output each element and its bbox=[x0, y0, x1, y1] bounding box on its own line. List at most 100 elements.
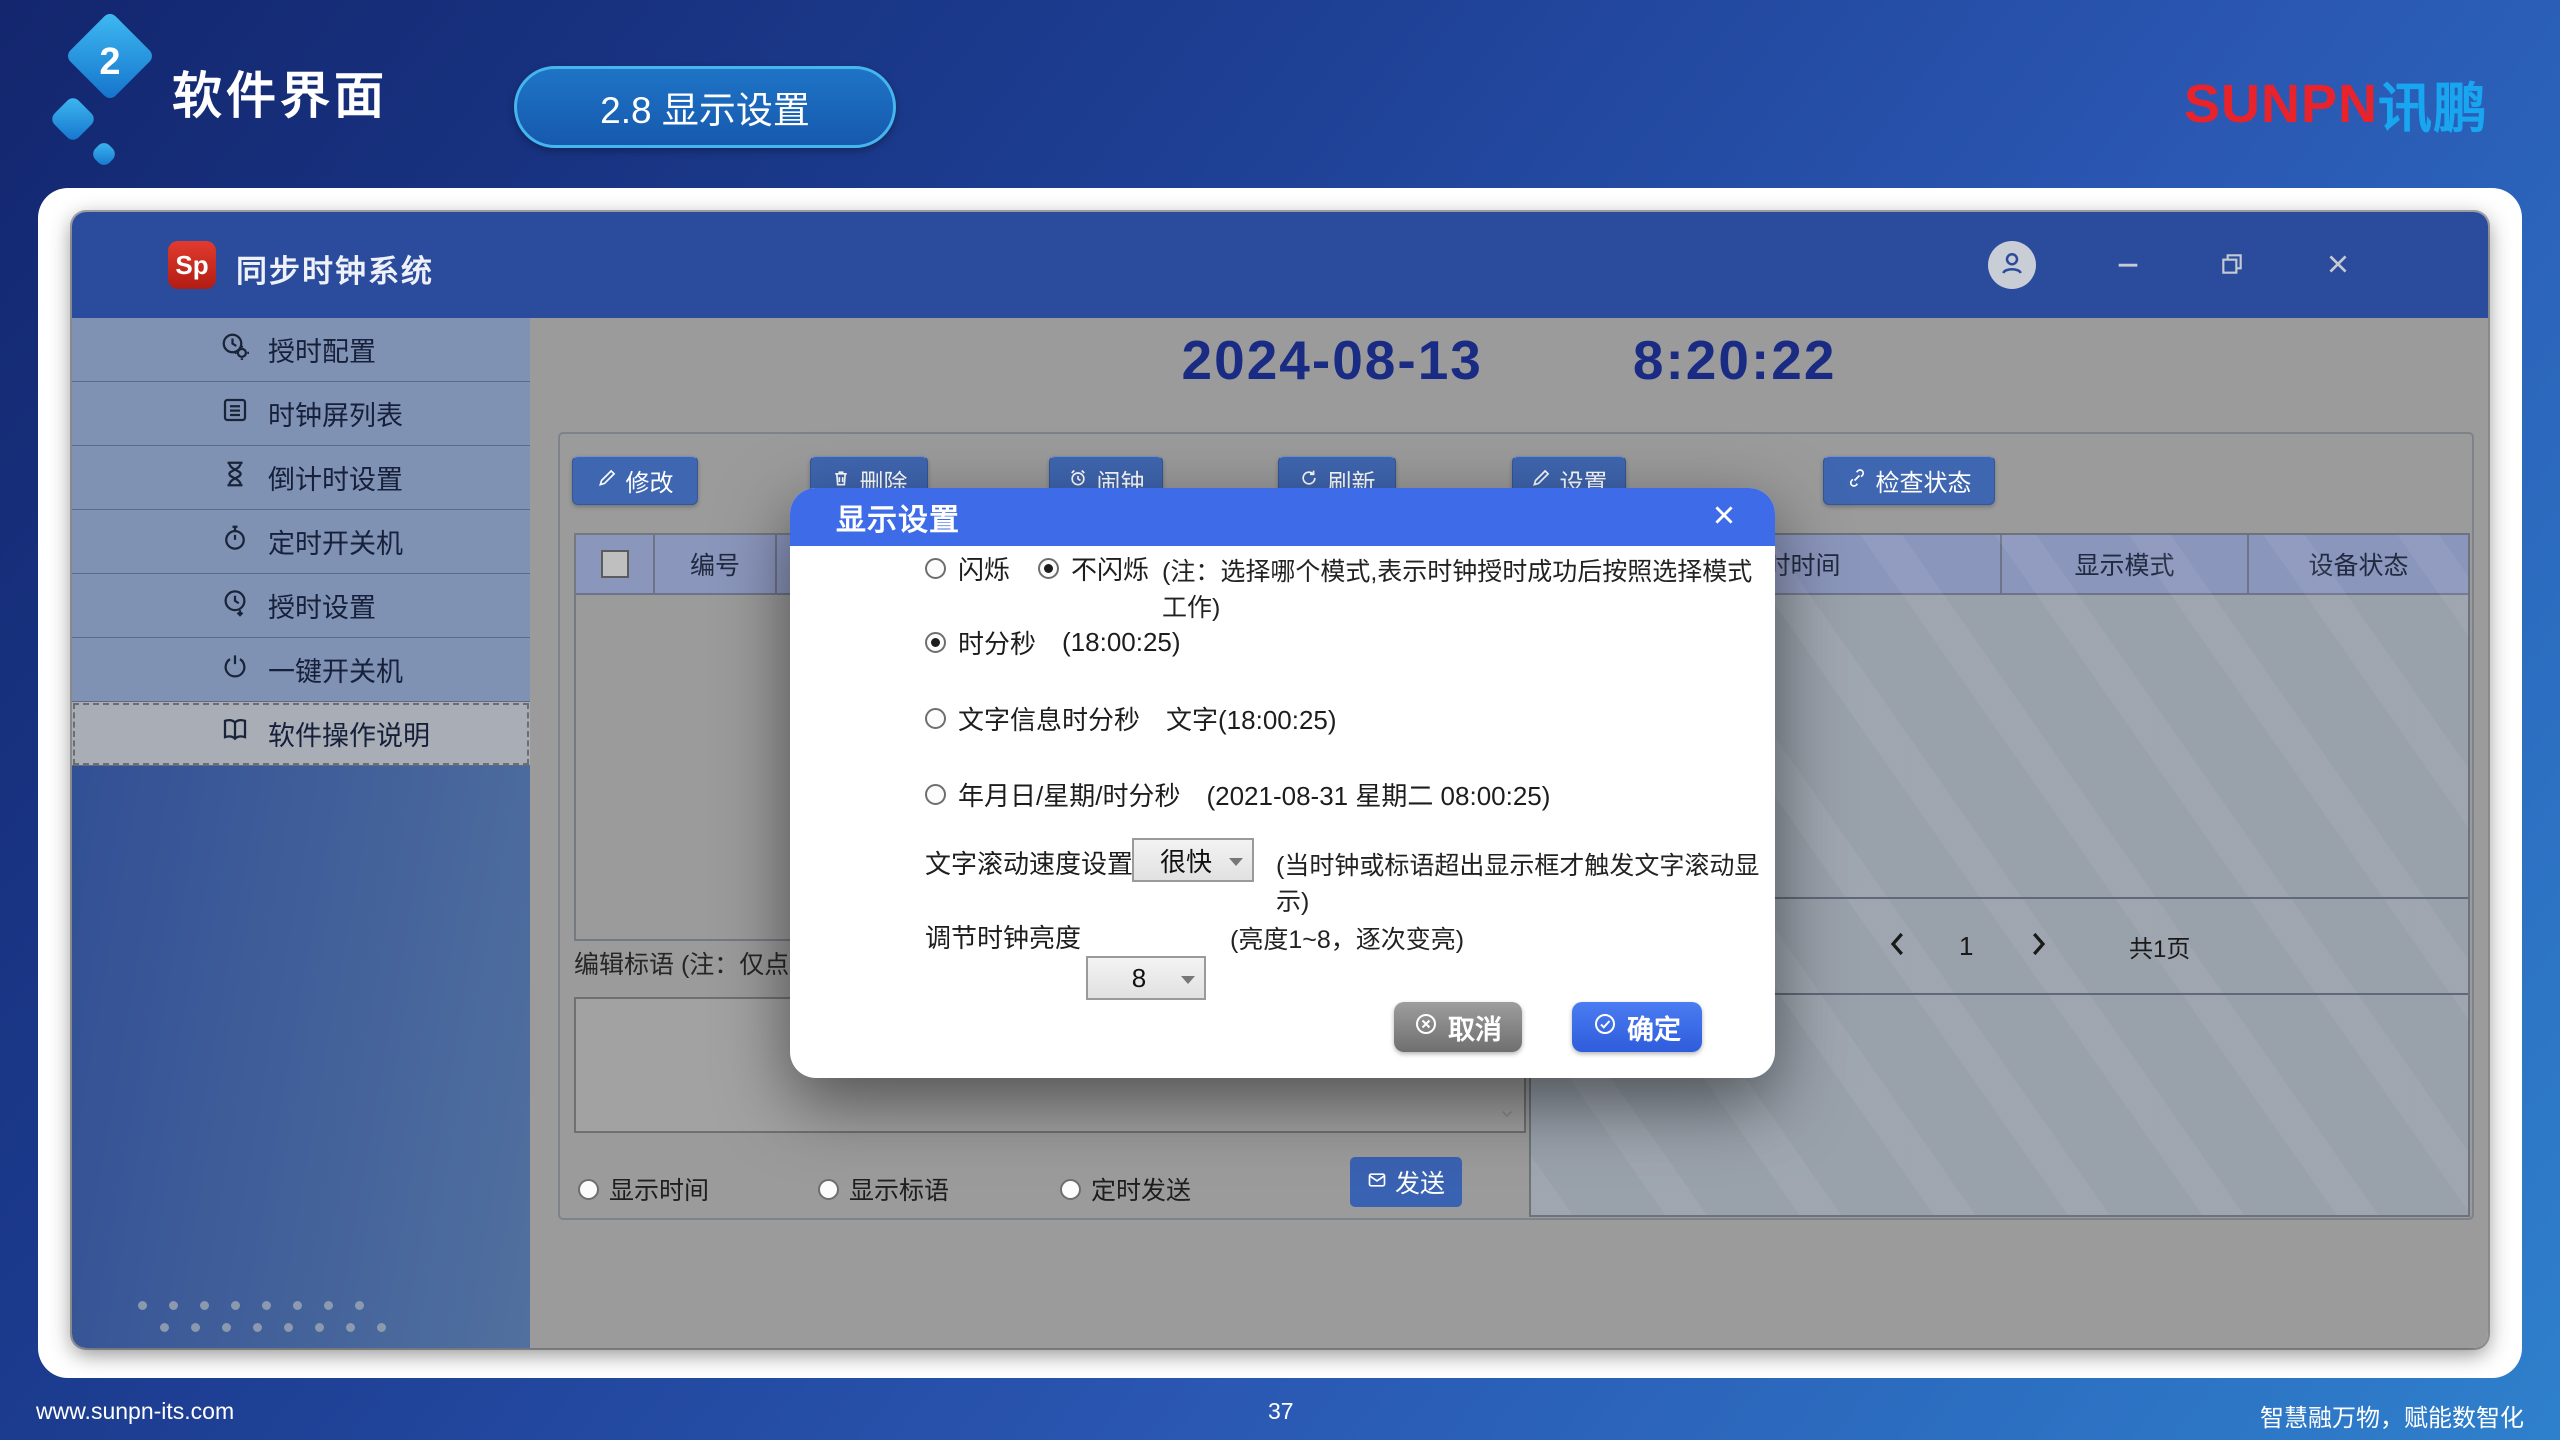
column-header-number: 编号 bbox=[655, 535, 777, 593]
sidebar-item-label: 授时配置 bbox=[268, 330, 376, 369]
radio-icon bbox=[925, 708, 946, 729]
select-all-cell bbox=[576, 535, 655, 593]
footer-page-number: 37 bbox=[1268, 1398, 1294, 1425]
scroll-speed-value: 很快 bbox=[1160, 842, 1212, 879]
dialog-header[interactable]: 显示设置 bbox=[790, 488, 1775, 546]
radio-label: 时分秒 bbox=[958, 624, 1036, 661]
radio-label: 年月日/星期/时分秒 bbox=[958, 776, 1180, 813]
radio-label: 定时发送 bbox=[1091, 1171, 1191, 1207]
radio-scheduled-send[interactable]: 定时发送 bbox=[1060, 1171, 1191, 1207]
chevron-down-icon bbox=[1498, 1104, 1516, 1127]
radio-label: 不闪烁 bbox=[1071, 550, 1149, 587]
modify-button[interactable]: 修改 bbox=[572, 456, 698, 505]
display-settings-dialog: 显示设置 闪烁 不闪烁 (注：选择哪个模式,表示时钟授时成功后按照选择模式工作)… bbox=[790, 488, 1775, 1078]
radio-no-blink[interactable]: 不闪烁 bbox=[1038, 550, 1149, 587]
maximize-button[interactable] bbox=[2216, 250, 2248, 282]
sidebar-item-label: 定时开关机 bbox=[268, 522, 403, 561]
caret-down-icon bbox=[1229, 858, 1243, 866]
brand-latin: SUNPN bbox=[2184, 73, 2378, 135]
prev-page-button[interactable] bbox=[1883, 899, 1913, 993]
brightness-note: (亮度1~8，逐次变亮) bbox=[1230, 920, 1464, 956]
sidebar-item-countdown-settings[interactable]: 倒计时设置 bbox=[72, 446, 530, 510]
sidebar-item-timing-config[interactable]: 授时配置 bbox=[72, 318, 530, 382]
minimize-icon bbox=[2114, 250, 2142, 283]
mode-example: (2021-08-31 星期二 08:00:25) bbox=[1206, 776, 1550, 813]
chapter-badge: 2.8 显示设置 bbox=[514, 66, 896, 148]
radio-label: 显示时间 bbox=[609, 1171, 709, 1207]
check-circle-icon bbox=[1593, 1012, 1617, 1043]
brand-cjk: 讯鹏 bbox=[2378, 64, 2488, 143]
radio-show-slogan[interactable]: 显示标语 bbox=[818, 1171, 949, 1207]
mode-example: (18:00:25) bbox=[1062, 627, 1181, 658]
slide-root: 2 软件界面 2.8 显示设置 SUNPN讯鹏 Sp 同步时钟系统 bbox=[0, 0, 2560, 1440]
send-button[interactable]: 发送 bbox=[1350, 1157, 1462, 1207]
sidebar-item-software-manual[interactable]: 软件操作说明 bbox=[72, 702, 530, 766]
sidebar-item-label: 时钟屏列表 bbox=[268, 394, 403, 433]
close-icon bbox=[1711, 502, 1737, 533]
sidebar-item-clock-screen-list[interactable]: 时钟屏列表 bbox=[72, 382, 530, 446]
minimize-button[interactable] bbox=[2112, 250, 2144, 282]
envelope-icon bbox=[1367, 1168, 1387, 1197]
diamond-decoration-medium bbox=[49, 95, 97, 143]
radio-icon bbox=[925, 784, 946, 805]
app-titlebar: Sp 同步时钟系统 bbox=[72, 212, 2488, 318]
section-number: 2 bbox=[78, 30, 142, 94]
x-circle-icon bbox=[1414, 1012, 1438, 1043]
cancel-button[interactable]: 取消 bbox=[1394, 1002, 1522, 1052]
user-icon bbox=[1997, 248, 2027, 283]
radio-icon bbox=[1060, 1179, 1081, 1200]
current-date: 2024-08-13 bbox=[1182, 328, 1483, 392]
select-all-checkbox[interactable] bbox=[601, 550, 629, 578]
power-icon bbox=[220, 651, 250, 688]
stopwatch-icon bbox=[220, 523, 250, 560]
confirm-button[interactable]: 确定 bbox=[1572, 1002, 1702, 1052]
radio-show-time[interactable]: 显示时间 bbox=[578, 1171, 709, 1207]
edit-icon bbox=[597, 467, 617, 495]
brightness-select[interactable]: 8 bbox=[1086, 956, 1206, 1000]
radio-mode-text-hms[interactable]: 文字信息时分秒 文字(18:00:25) bbox=[925, 700, 1337, 737]
list-icon bbox=[220, 395, 250, 432]
hourglass-icon bbox=[220, 459, 250, 496]
scroll-speed-note: (当时钟或标语超出显示框才触发文字滚动显示) bbox=[1276, 846, 1775, 918]
sidebar-item-label: 倒计时设置 bbox=[268, 458, 403, 497]
sidebar-item-timing-settings[interactable]: 授时设置 bbox=[72, 574, 530, 638]
check-status-button[interactable]: 检查状态 bbox=[1823, 456, 1995, 505]
radio-icon bbox=[578, 1179, 599, 1200]
radio-label: 闪烁 bbox=[958, 550, 1010, 587]
dialog-close-button[interactable] bbox=[1709, 502, 1739, 532]
app-title: 同步时钟系统 bbox=[236, 246, 434, 291]
radio-label: 文字信息时分秒 bbox=[958, 700, 1140, 737]
dots-decoration-row1 bbox=[138, 1301, 364, 1310]
sidebar: 授时配置 时钟屏列表 倒计时设置 定时开关机 授时设置 bbox=[72, 318, 530, 1348]
datetime-display: 2024-08-13 8:20:22 bbox=[530, 328, 2488, 392]
next-page-button[interactable] bbox=[2023, 899, 2053, 993]
modify-label: 修改 bbox=[626, 463, 674, 498]
app-logo: Sp bbox=[168, 241, 216, 289]
sidebar-item-one-key-power[interactable]: 一键开关机 bbox=[72, 638, 530, 702]
restore-icon bbox=[2219, 251, 2245, 282]
caret-down-icon bbox=[1181, 976, 1195, 984]
sidebar-item-label: 授时设置 bbox=[268, 586, 376, 625]
brightness-label: 调节时钟亮度 bbox=[925, 918, 1081, 955]
clock-arrow-icon bbox=[220, 587, 250, 624]
dialog-title: 显示设置 bbox=[836, 495, 960, 539]
chevron-left-icon bbox=[1883, 929, 1913, 964]
scroll-speed-label: 文字滚动速度设置 bbox=[925, 844, 1133, 881]
radio-mode-hms[interactable]: 时分秒 (18:00:25) bbox=[925, 624, 1181, 661]
current-page[interactable]: 1 bbox=[1959, 899, 1973, 993]
radio-blink[interactable]: 闪烁 bbox=[925, 550, 1010, 587]
footer-slogan: 智慧融万物，赋能数智化 bbox=[2260, 1398, 2524, 1433]
cancel-label: 取消 bbox=[1448, 1008, 1502, 1047]
brightness-value: 8 bbox=[1132, 963, 1146, 994]
brand-logo: SUNPN讯鹏 bbox=[2184, 64, 2488, 143]
radio-mode-full-date[interactable]: 年月日/星期/时分秒 (2021-08-31 星期二 08:00:25) bbox=[925, 776, 1550, 813]
user-avatar-button[interactable] bbox=[1988, 241, 2036, 289]
radio-icon bbox=[818, 1179, 839, 1200]
close-button[interactable] bbox=[2322, 250, 2354, 282]
sidebar-item-scheduled-power[interactable]: 定时开关机 bbox=[72, 510, 530, 574]
dots-decoration-row2 bbox=[160, 1323, 386, 1332]
radio-icon-selected bbox=[1038, 558, 1059, 579]
current-time: 8:20:22 bbox=[1633, 328, 1837, 392]
scroll-speed-select[interactable]: 很快 bbox=[1132, 838, 1254, 882]
link-icon bbox=[1847, 467, 1867, 495]
